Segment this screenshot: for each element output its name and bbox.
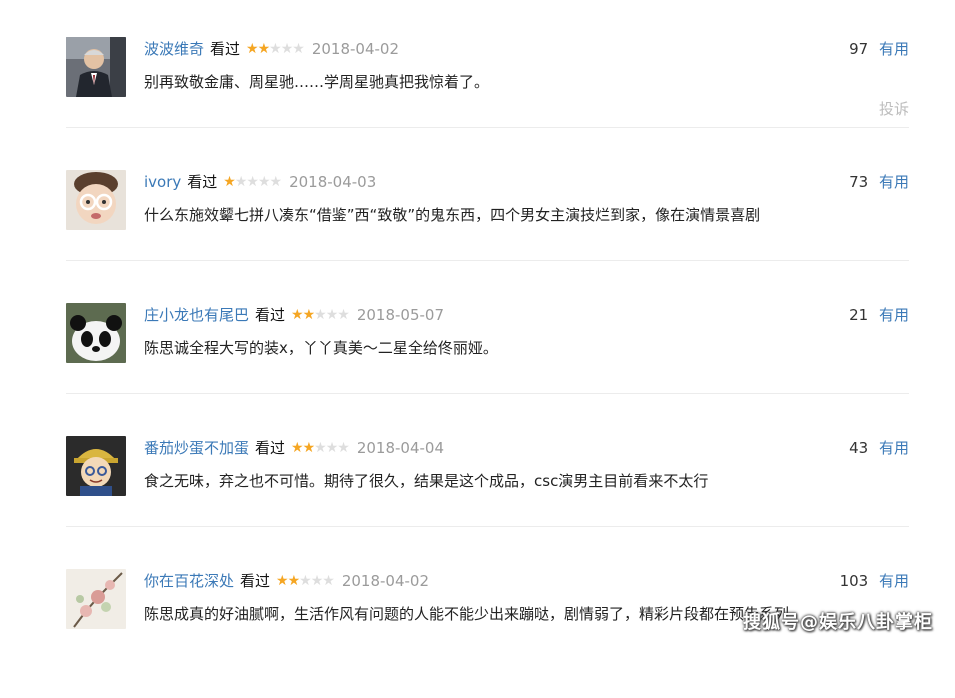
vote-area: 73 有用 [849,170,909,194]
review-comment: 陈思诚全程大写的装x，丫丫真美～二星全给佟丽娅。 [144,339,498,357]
vote-area: 21 有用 [849,303,909,327]
vote-count: 43 [849,439,869,457]
star-icon: ★ [257,41,271,57]
review-list: 波波维奇 看过 ★★★★★ 2018-04-02 97 有用 别再致敬金庸、周星… [66,34,909,698]
review-meta: 庄小龙也有尾巴 看过 ★★★★★ 2018-05-07 [144,303,444,327]
star-icon: ★ [325,307,339,323]
username-link[interactable]: 庄小龙也有尾巴 [144,303,249,327]
star-icon: ★ [223,174,236,190]
review-meta: ivory 看过 ★★★★★ 2018-04-03 [144,170,376,194]
username-link[interactable]: 番茄炒蛋不加蛋 [144,436,249,460]
vote-area: 103 有用 [840,569,909,593]
review-meta: 波波维奇 看过 ★★★★★ 2018-04-02 [144,37,399,61]
star-icon: ★ [291,307,304,323]
useful-button[interactable]: 有用 [879,572,909,590]
star-icon: ★ [291,440,304,456]
username-link[interactable]: ivory [144,170,181,194]
star-icon: ★ [257,174,271,190]
vote-area: 43 有用 [849,436,909,460]
star-icon: ★ [299,573,312,589]
report-link[interactable]: 投诉 [879,98,909,119]
star-icon: ★ [280,41,294,57]
baby-with-glasses-avatar-icon [66,170,126,230]
watched-status: 看过 [187,173,218,191]
review-meta: 你在百花深处 看过 ★★★★★ 2018-04-02 [144,569,429,593]
review-date: 2018-05-07 [356,306,445,324]
review-date: 2018-04-02 [311,40,400,58]
watched-status: 看过 [255,306,286,324]
review-item: 波波维奇 看过 ★★★★★ 2018-04-02 97 有用 别再致敬金庸、周星… [66,34,909,128]
watched-status: 看过 [255,439,286,457]
star-rating: ★★★★★ [223,170,283,194]
useful-button[interactable]: 有用 [879,40,909,58]
review-comment: 别再致敬金庸、周星驰……学周星驰真把我惊着了。 [144,73,490,91]
review-item: 庄小龙也有尾巴 看过 ★★★★★ 2018-05-07 21 有用 陈思诚全程大… [66,300,909,394]
star-icon: ★ [322,573,335,589]
review-comment: 食之无味，弃之也不可惜。期待了很久，结果是这个成品，csc演男主目前看来不太行 [144,472,709,490]
star-rating: ★★★★★ [246,37,305,61]
flower-branch-avatar-icon [66,569,126,629]
star-icon: ★ [325,440,339,456]
watermark: 搜狐号@娱乐八卦掌柜 [743,612,933,633]
star-icon: ★ [292,41,305,57]
star-rating: ★★★★★ [291,436,350,460]
avatar[interactable] [66,436,126,496]
vote-count: 97 [849,40,869,58]
panda-avatar-icon [66,303,126,363]
star-icon: ★ [234,174,248,190]
vote-area: 97 有用 [849,37,909,61]
star-icon: ★ [302,440,316,456]
star-icon: ★ [337,440,350,456]
star-icon: ★ [269,174,283,190]
review-item: 番茄炒蛋不加蛋 看过 ★★★★★ 2018-04-04 43 有用 食之无味，弃… [66,433,909,527]
star-icon: ★ [276,573,289,589]
star-icon: ★ [246,41,259,57]
watched-status: 看过 [240,572,271,590]
review-comment: 陈思成真的好油腻啊，生活作风有问题的人能不能少出来蹦哒，剧情弱了，精彩片段都在预… [144,605,790,623]
watched-status: 看过 [210,40,241,58]
review-item: ivory 看过 ★★★★★ 2018-04-03 73 有用 什么东施效颦七拼… [66,167,909,261]
vote-count: 103 [839,572,869,590]
username-link[interactable]: 你在百花深处 [144,569,234,593]
star-icon: ★ [310,573,324,589]
review-comment: 什么东施效颦七拼八凑东“借鉴”西“致敬”的鬼东西，四个男女主演技烂到家，像在演情… [144,206,761,224]
useful-button[interactable]: 有用 [879,173,909,191]
star-icon: ★ [314,440,327,456]
avatar[interactable] [66,303,126,363]
vote-count: 21 [849,306,869,324]
star-rating: ★★★★★ [276,569,335,593]
cartoon-boy-avatar-icon [66,436,126,496]
review-date: 2018-04-03 [289,173,377,191]
star-rating: ★★★★★ [291,303,350,327]
star-icon: ★ [269,41,282,57]
star-icon: ★ [302,307,316,323]
vote-count: 73 [849,173,869,191]
useful-button[interactable]: 有用 [879,306,909,324]
star-icon: ★ [287,573,301,589]
avatar[interactable] [66,37,126,97]
username-link[interactable]: 波波维奇 [144,37,204,61]
useful-button[interactable]: 有用 [879,439,909,457]
avatar[interactable] [66,170,126,230]
man-in-suit-avatar-icon [66,37,126,97]
star-icon: ★ [337,307,350,323]
review-date: 2018-04-04 [356,439,445,457]
avatar[interactable] [66,569,126,629]
review-date: 2018-04-02 [341,572,430,590]
star-icon: ★ [246,174,259,190]
review-meta: 番茄炒蛋不加蛋 看过 ★★★★★ 2018-04-04 [144,436,444,460]
star-icon: ★ [314,307,327,323]
